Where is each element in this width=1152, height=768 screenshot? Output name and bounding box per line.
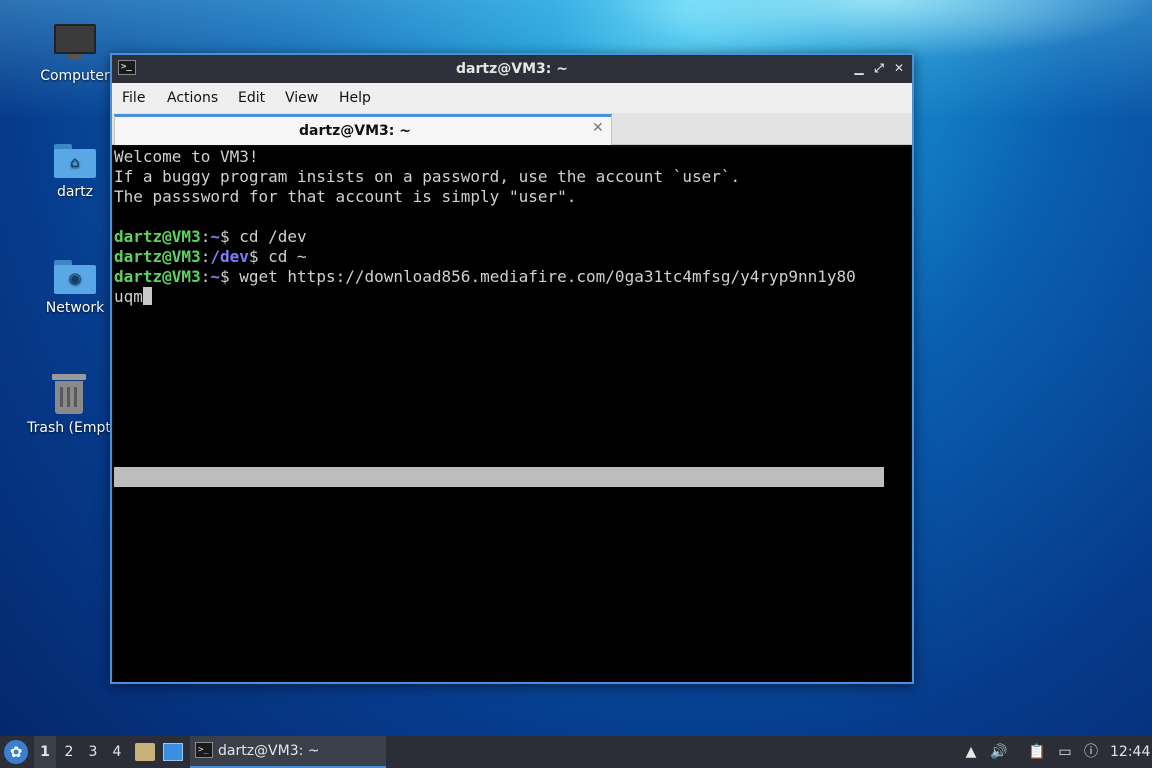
- monitor-icon: [54, 24, 96, 60]
- volume-icon[interactable]: 🔊: [990, 742, 1008, 762]
- network-status-icon[interactable]: ▭: [1056, 742, 1074, 762]
- start-menu-button[interactable]: ✿: [4, 740, 28, 764]
- terminal-prompt-line: dartz@VM3:/dev$ cd ~: [114, 247, 307, 267]
- terminal-highlight-bar: [114, 467, 884, 487]
- terminal-task-icon: >_: [195, 742, 213, 758]
- desktop-icon-trash[interactable]: Trash (Empt: [24, 374, 114, 436]
- prompt-user: dartz@VM3: [114, 267, 201, 286]
- menu-actions[interactable]: Actions: [167, 90, 218, 106]
- prompt-user: dartz@VM3: [114, 247, 201, 266]
- close-button[interactable]: ✕: [890, 59, 908, 77]
- terminal-input-line[interactable]: uqm: [114, 287, 152, 307]
- desktop-icon-label: Trash (Empt: [27, 420, 111, 436]
- wrapped-command-text: uqm: [114, 287, 143, 306]
- menu-edit[interactable]: Edit: [238, 90, 265, 106]
- trash-icon: [52, 374, 86, 414]
- prompt-separator: :: [200, 227, 211, 246]
- prompt-user: dartz@VM3: [114, 227, 201, 246]
- desktop-icon-computer[interactable]: Computer: [30, 24, 120, 84]
- taskbar-task-terminal[interactable]: >_ dartz@VM3: ~: [190, 736, 386, 768]
- terminal-window: >_ dartz@VM3: ~ ▁ ⤢ ✕ File Actions Edit …: [110, 53, 914, 684]
- workspace-4[interactable]: 4: [106, 736, 128, 768]
- prompt-command: $ wget https://download856.mediafire.com…: [219, 267, 856, 286]
- desktop-icon-label: Computer: [40, 68, 110, 84]
- menu-help[interactable]: Help: [339, 90, 371, 106]
- notification-icon[interactable]: ⓘ: [1082, 742, 1100, 762]
- prompt-path: ~: [210, 227, 220, 246]
- clipboard-icon[interactable]: 📋: [1028, 742, 1046, 762]
- tab-title: dartz@VM3: ~: [299, 123, 411, 139]
- terminal-output[interactable]: Welcome to VM3! If a buggy program insis…: [114, 147, 910, 682]
- maximize-button[interactable]: ⤢: [870, 59, 888, 77]
- minimize-button[interactable]: ▁: [850, 59, 868, 77]
- window-titlebar[interactable]: >_ dartz@VM3: ~ ▁ ⤢ ✕: [112, 55, 912, 83]
- tab-strip: dartz@VM3: ~ ✕: [112, 113, 912, 145]
- desktop-icon-network[interactable]: ◉ Network: [30, 260, 120, 316]
- desktop-icon-home[interactable]: ⌂ dartz: [30, 144, 120, 200]
- terminal-prompt-line: dartz@VM3:~$ wget https://download856.me…: [114, 267, 856, 287]
- show-desktop-icon[interactable]: [163, 743, 183, 761]
- text-cursor: [142, 287, 152, 305]
- prompt-path: ~: [210, 267, 220, 286]
- menu-view[interactable]: View: [285, 90, 318, 106]
- terminal-line: The passsword for that account is simply…: [114, 187, 577, 206]
- prompt-path: /dev: [210, 247, 249, 266]
- terminal-prompt-line: dartz@VM3:~$ cd /dev: [114, 227, 307, 247]
- home-folder-icon: ⌂: [54, 144, 96, 178]
- network-folder-icon: ◉: [54, 260, 96, 294]
- workspace-2[interactable]: 2: [58, 736, 80, 768]
- tab-close-icon[interactable]: ✕: [592, 120, 604, 136]
- prompt-separator: :: [200, 267, 211, 286]
- desktop-wallpaper-highlight: [600, 0, 1152, 60]
- terminal-line: If a buggy program insists on a password…: [114, 167, 741, 186]
- task-label: dartz@VM3: ~: [218, 743, 320, 759]
- menu-bar: File Actions Edit View Help: [112, 83, 912, 113]
- menu-file[interactable]: File: [122, 90, 145, 106]
- clock[interactable]: 12:44: [1110, 744, 1150, 760]
- workspace-1[interactable]: 1: [34, 736, 56, 768]
- prompt-command: $ cd ~: [248, 247, 307, 266]
- desktop-icon-label: dartz: [56, 184, 94, 200]
- window-title: dartz@VM3: ~: [456, 61, 568, 77]
- desktop-icon-label: Network: [45, 300, 105, 316]
- prompt-command: $ cd /dev: [219, 227, 307, 246]
- workspace-3[interactable]: 3: [82, 736, 104, 768]
- terminal-line: Welcome to VM3!: [114, 147, 259, 166]
- file-manager-launcher-icon[interactable]: [135, 743, 155, 761]
- tab-terminal[interactable]: dartz@VM3: ~ ✕: [114, 114, 612, 145]
- tray-up-arrow-icon[interactable]: ▲: [962, 742, 980, 762]
- taskbar: ✿ 1 2 3 4 >_ dartz@VM3: ~ ▲ 🔊 📋 ▭ ⓘ 12:4…: [0, 736, 1152, 768]
- prompt-separator: :: [200, 247, 211, 266]
